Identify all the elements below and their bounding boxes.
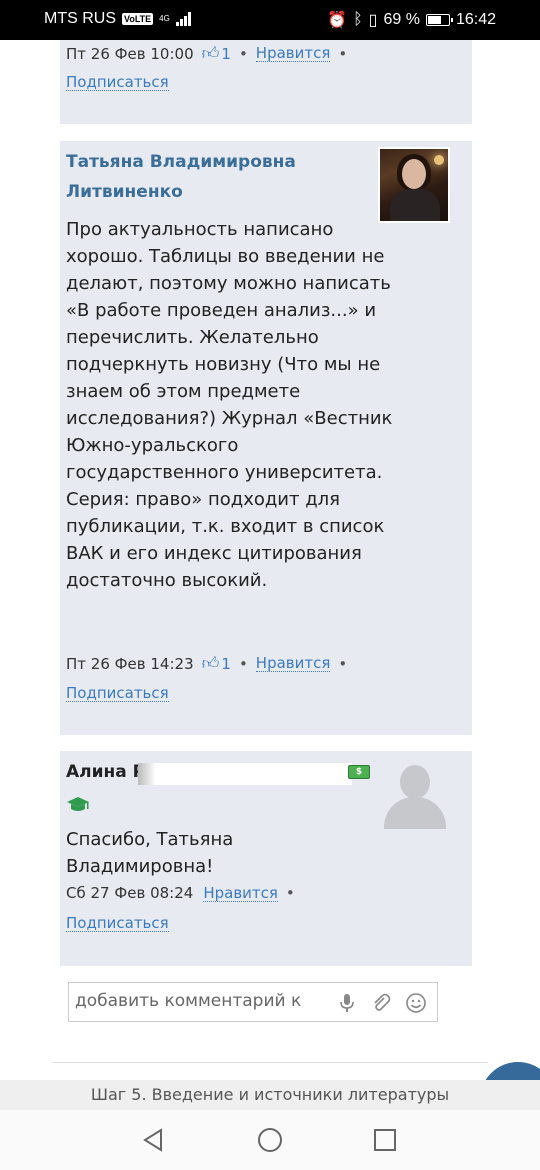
status-bar: MTS RUS VoLTE 4G ⏰ ᛒ ▯ 69 % 16:42 [0, 0, 540, 40]
network-type: 4G [159, 14, 170, 23]
author-avatar[interactable] [378, 147, 450, 223]
status-left: MTS RUS VoLTE 4G [44, 10, 191, 28]
comment-date: Пт 26 Фев 14:23 [66, 654, 194, 673]
thumbs-up-icon[interactable]: 👍︎ [202, 653, 220, 674]
comment-text: Спасибо, Татьяна Владимировна! [66, 829, 234, 877]
battery-percent: 69 % [383, 11, 420, 28]
separator-dot: • [238, 654, 248, 673]
subscribe-link[interactable]: Подписаться [66, 74, 169, 91]
comment-card: Пт 26 Фев 10:00 👍︎ 1 • Нравится • Подпис… [60, 40, 472, 124]
recent-apps-icon[interactable] [371, 1126, 399, 1154]
comment-text: Про актуальность написано хорошо. Таблиц… [66, 219, 393, 591]
microphone-icon[interactable] [336, 992, 358, 1014]
comment-meta: Пт 26 Фев 10:00 👍︎ 1 • Нравится • [66, 43, 355, 64]
bluetooth-icon: ᛒ [353, 11, 363, 28]
comment-date: Пт 26 Фев 10:00 [66, 44, 194, 63]
paperclip-icon[interactable] [369, 992, 391, 1014]
comment-meta: Пт 26 Фев 14:23 👍︎ 1 • Нравится • [66, 653, 355, 674]
separator-dot: • [338, 44, 348, 63]
like-link[interactable]: Нравится [255, 45, 331, 62]
signal-icon [175, 12, 191, 26]
comment-author[interactable]: Татьяна Владимировна Литвиненко [66, 147, 366, 207]
separator-dot: • [285, 884, 295, 902]
vibrate-icon: ▯ [368, 12, 378, 29]
back-icon[interactable] [140, 1126, 168, 1154]
graduation-cap-icon [67, 797, 89, 811]
subscribe-link[interactable]: Подписаться [66, 685, 169, 702]
comment-card: Алина Р $ Спасибо, Татьяна Владимировна!… [60, 751, 472, 966]
like-link[interactable]: Нравится [203, 885, 278, 902]
comment-card: Татьяна Владимировна Литвиненко Про акту… [60, 141, 472, 735]
volte-badge: VoLTE [122, 13, 154, 25]
thumbs-up-icon[interactable]: 👍︎ [202, 43, 220, 64]
divider [52, 1062, 488, 1063]
like-link[interactable]: Нравится [255, 655, 331, 672]
alarm-icon: ⏰ [327, 12, 348, 29]
carrier-name: MTS RUS [44, 10, 116, 27]
battery-icon [425, 14, 453, 26]
separator-dot: • [238, 44, 248, 63]
comment-input[interactable] [75, 991, 335, 1011]
like-count: 1 [221, 44, 231, 63]
default-avatar-icon[interactable] [380, 761, 450, 829]
certificate-icon: $ [348, 765, 370, 779]
clock: 16:42 [455, 11, 496, 28]
like-count: 1 [221, 654, 231, 673]
home-icon[interactable] [256, 1126, 284, 1154]
comment-date: Сб 27 Фев 08:24 [66, 884, 194, 902]
comment-input-box[interactable] [68, 982, 438, 1022]
redacted-name [138, 763, 352, 785]
step-title[interactable]: Шаг 5. Введение и источники литературы [0, 1080, 540, 1110]
subscribe-link[interactable]: Подписаться [66, 915, 169, 932]
separator-dot: • [338, 654, 348, 673]
comment-meta: Сб 27 Фев 08:24 Нравится • [66, 884, 303, 902]
system-nav-bar [0, 1110, 540, 1170]
emoji-icon[interactable] [405, 992, 427, 1014]
status-right: ⏰ ᛒ ▯ 69 % 16:42 [327, 10, 496, 30]
